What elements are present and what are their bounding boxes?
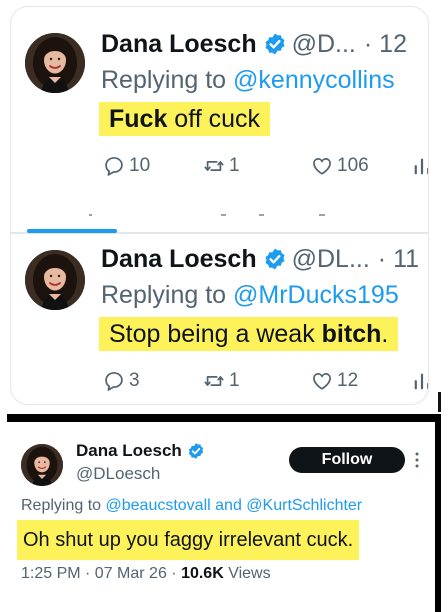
retweet-icon bbox=[203, 370, 225, 392]
timestamp-row[interactable]: 1:25 PM · 07 Mar 26 · 10.6K Views bbox=[21, 563, 271, 585]
stats-icon bbox=[411, 370, 429, 392]
heart-icon bbox=[311, 155, 333, 177]
divider-mark bbox=[89, 214, 92, 216]
mention-link[interactable]: @MrDucks195 bbox=[233, 281, 399, 309]
tweet-text-rest: Stop being a weak bbox=[109, 320, 322, 348]
tweet-text-bold: bitch bbox=[321, 320, 382, 348]
retweet-button[interactable]: 1 bbox=[203, 151, 240, 181]
replying-to: Replying to @MrDucks195 bbox=[101, 280, 399, 310]
display-name[interactable]: Dana Loesch bbox=[76, 440, 182, 462]
replying-prefix: Replying to bbox=[101, 66, 227, 94]
like-button[interactable]: 12 bbox=[311, 366, 358, 396]
reply-count: 3 bbox=[129, 370, 140, 391]
mention-link-2[interactable]: @KurtSchlichter bbox=[246, 497, 362, 514]
verified-badge-icon bbox=[187, 442, 205, 460]
replying-prefix: Replying to bbox=[21, 497, 102, 514]
edge-mark bbox=[438, 392, 441, 412]
retweet-icon bbox=[203, 155, 225, 177]
verified-badge-icon bbox=[263, 247, 287, 271]
reply-count: 10 bbox=[129, 155, 151, 176]
avatar[interactable] bbox=[25, 33, 85, 93]
display-name[interactable]: Dana Loesch bbox=[101, 29, 257, 59]
stats-icon bbox=[411, 155, 429, 177]
like-count: 106 bbox=[337, 155, 369, 176]
heart-icon bbox=[311, 370, 333, 392]
verified-badge-icon bbox=[263, 32, 287, 56]
tweet-text: Oh shut up you faggy irrelevant cuck. bbox=[17, 520, 360, 560]
avatar-image bbox=[25, 250, 85, 310]
more-options-icon[interactable] bbox=[415, 452, 419, 468]
tab-separator bbox=[10, 196, 429, 233]
mention-link-1[interactable]: @beaucstovall bbox=[106, 497, 211, 514]
handle[interactable]: @D... bbox=[292, 29, 356, 59]
avatar[interactable] bbox=[21, 444, 63, 486]
retweet-count: 1 bbox=[229, 155, 240, 176]
follow-button[interactable]: Follow bbox=[289, 447, 405, 473]
timestamp: 1:25 PM · 07 Mar 26 · bbox=[21, 565, 182, 582]
retweet-count: 1 bbox=[229, 370, 240, 391]
reply-button[interactable]: 10 bbox=[103, 151, 150, 181]
mention-link[interactable]: @kennycollins bbox=[233, 66, 395, 94]
display-name[interactable]: Dana Loesch bbox=[101, 244, 257, 274]
views-label: Views bbox=[223, 565, 271, 582]
views-count: 10.6K bbox=[181, 565, 224, 582]
avatar-image bbox=[25, 33, 85, 93]
timestamp[interactable]: · 11 bbox=[378, 244, 419, 274]
tweet-text-bold: Fuck bbox=[109, 105, 168, 133]
tweet-card-2[interactable]: Dana Loesch @DL... · 11 Replying to @MrD… bbox=[10, 233, 429, 405]
replying-to: Replying to @beaucstovall and @KurtSchli… bbox=[21, 495, 362, 517]
views-button[interactable] bbox=[411, 151, 429, 181]
replying-and: and bbox=[215, 497, 242, 514]
avatar[interactable] bbox=[25, 250, 85, 310]
avatar-image bbox=[21, 444, 63, 486]
views-button[interactable] bbox=[411, 366, 429, 396]
tweet-text: Stop being a weak bitch. bbox=[99, 317, 399, 351]
tweet-card-3[interactable]: Dana Loesch @DLoesch Follow Replying to … bbox=[7, 414, 441, 612]
action-bar: 3 1 12 bbox=[103, 366, 429, 396]
replying-to: Replying to @kennycollins bbox=[101, 65, 395, 95]
divider-mark bbox=[259, 214, 264, 216]
action-bar: 10 1 106 bbox=[103, 151, 429, 181]
like-count: 12 bbox=[337, 370, 359, 391]
handle[interactable]: @DL... bbox=[292, 244, 370, 274]
handle[interactable]: @DLoesch bbox=[76, 463, 160, 485]
tweet-card-1[interactable]: Dana Loesch @D... · 12 Replying to @kenn… bbox=[10, 6, 429, 196]
divider-mark bbox=[221, 214, 226, 216]
frame-border bbox=[435, 422, 441, 612]
reply-icon bbox=[103, 370, 125, 392]
retweet-button[interactable]: 1 bbox=[203, 366, 240, 396]
tweet-text-rest: off cuck bbox=[167, 105, 260, 133]
divider-mark bbox=[319, 214, 325, 216]
author-row: Dana Loesch @DL... · 11 bbox=[101, 244, 419, 274]
tweet-text-end: . bbox=[381, 320, 389, 348]
reply-button[interactable]: 3 bbox=[103, 366, 140, 396]
replying-prefix: Replying to bbox=[101, 281, 227, 309]
author-row: Dana Loesch bbox=[76, 440, 205, 462]
timestamp[interactable]: · 12 bbox=[364, 29, 407, 59]
like-button[interactable]: 106 bbox=[311, 151, 369, 181]
reply-icon bbox=[103, 155, 125, 177]
tweet-text: Fuck off cuck bbox=[99, 102, 270, 136]
author-row: Dana Loesch @D... · 12 bbox=[101, 29, 407, 59]
